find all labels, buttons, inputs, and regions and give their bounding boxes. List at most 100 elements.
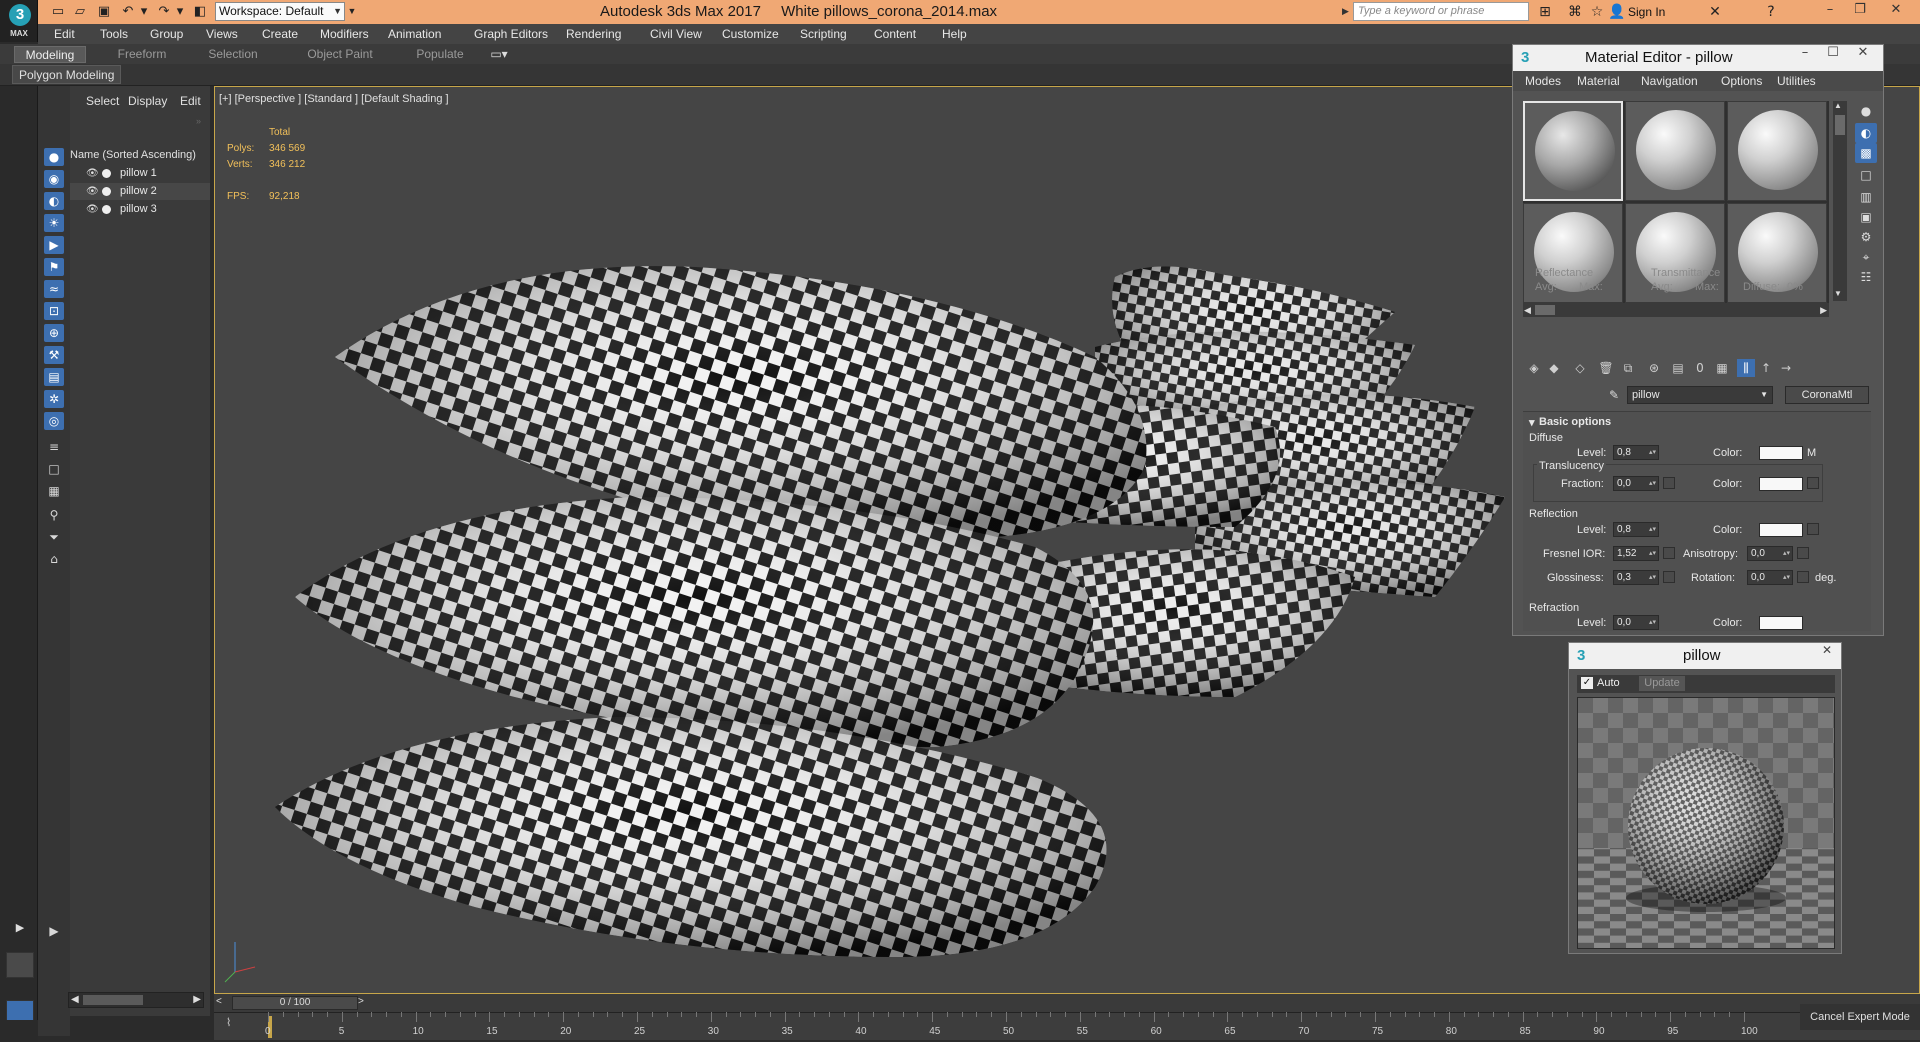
make-preview-icon[interactable]: ▣ bbox=[1855, 207, 1877, 227]
rollout-title[interactable]: Basic options bbox=[1539, 416, 1611, 428]
ribbon-toggle-icon[interactable]: ▭▾ bbox=[486, 46, 512, 63]
glossiness-map-slot[interactable] bbox=[1663, 571, 1675, 583]
restore-icon[interactable]: ❐ bbox=[1846, 0, 1874, 22]
minimize-icon[interactable]: – bbox=[1816, 0, 1844, 22]
make-copy-icon[interactable]: ⧉ bbox=[1619, 359, 1637, 377]
workspace-selector[interactable]: Workspace: Default ▼ bbox=[215, 2, 345, 21]
minimize-icon[interactable]: – bbox=[1793, 45, 1817, 60]
put-to-scene-icon[interactable]: ◆ bbox=[1545, 359, 1563, 377]
assign-to-selection-icon[interactable]: ◇ bbox=[1571, 359, 1589, 377]
go-to-parent-icon[interactable]: ↑ bbox=[1757, 359, 1775, 377]
render-dot-icon[interactable] bbox=[102, 169, 111, 178]
anisotropy-spinner[interactable]: 0,0 ▴▾ bbox=[1747, 546, 1793, 561]
refraction-level-spinner[interactable]: 0,0 ▴▾ bbox=[1613, 615, 1659, 630]
menu-civil-view[interactable]: Civil View bbox=[650, 24, 702, 44]
material-id-icon[interactable]: 0 bbox=[1691, 359, 1709, 377]
sample-slot[interactable] bbox=[1523, 101, 1623, 201]
sample-slot[interactable] bbox=[1625, 101, 1725, 201]
menu-views[interactable]: Views bbox=[206, 24, 238, 44]
tab-select[interactable]: Select bbox=[86, 94, 119, 108]
go-forward-sibling-icon[interactable]: → bbox=[1777, 359, 1795, 377]
expand-arrow-icon[interactable]: ▶ bbox=[44, 922, 64, 940]
display-spacewarps-icon[interactable]: ≈ bbox=[44, 280, 64, 298]
glossiness-spinner[interactable]: 0,3 ▴▾ bbox=[1613, 570, 1659, 585]
display-helpers-icon[interactable]: ⚑ bbox=[44, 258, 64, 276]
auto-checkbox[interactable]: ✓ bbox=[1581, 677, 1593, 689]
options-icon[interactable]: ⚙ bbox=[1855, 227, 1877, 247]
display-shapes-icon[interactable]: ◐ bbox=[44, 192, 64, 210]
time-slider-track[interactable] bbox=[214, 994, 1920, 1012]
get-material-icon[interactable]: ◈ bbox=[1525, 359, 1543, 377]
exchange-apps-icon[interactable]: ✕ bbox=[1706, 3, 1724, 21]
polygon-modeling-panel[interactable]: Polygon Modeling bbox=[12, 65, 122, 84]
search-input[interactable]: Type a keyword or phrase bbox=[1353, 2, 1529, 21]
list-icon[interactable]: ≡ bbox=[44, 438, 64, 456]
diffuse-level-spinner[interactable]: 0,8 ▴▾ bbox=[1613, 445, 1659, 460]
update-button[interactable]: Update bbox=[1639, 676, 1685, 691]
render-dot-icon[interactable] bbox=[102, 205, 111, 214]
make-unique-icon[interactable]: ⊛ bbox=[1645, 359, 1663, 377]
material-name-input[interactable]: pillow ▼ bbox=[1627, 386, 1773, 404]
spinner-arrows-icon[interactable]: ▴▾ bbox=[1649, 547, 1656, 560]
anisotropy-map-slot[interactable] bbox=[1797, 547, 1809, 559]
help-icon[interactable]: ? bbox=[1762, 3, 1780, 21]
fraction-spinner[interactable]: 0,0 ▴▾ bbox=[1613, 476, 1659, 491]
undo-dropdown-icon[interactable]: ▾ bbox=[136, 4, 152, 19]
background-icon[interactable]: ▩ bbox=[1855, 143, 1877, 163]
preview-titlebar[interactable]: 3 pillow ✕ bbox=[1569, 643, 1841, 669]
redo-icon[interactable]: ↷ bbox=[156, 4, 172, 19]
sample-slot[interactable] bbox=[1727, 101, 1827, 201]
layers-icon[interactable]: ⌂ bbox=[44, 550, 64, 568]
display-cameras-icon[interactable]: ▶ bbox=[44, 236, 64, 254]
list-item[interactable]: 👁 pillow 2 bbox=[70, 183, 210, 200]
menu-animation[interactable]: Animation bbox=[388, 24, 441, 44]
menu-help[interactable]: Help bbox=[942, 24, 967, 44]
communication-center-icon[interactable]: ⌘ bbox=[1566, 3, 1584, 21]
user-icon[interactable]: 👤 bbox=[1608, 3, 1626, 21]
save-icon[interactable]: ▣ bbox=[96, 4, 112, 19]
menu-graph-editors[interactable]: Graph Editors bbox=[474, 24, 548, 44]
time-prev-icon[interactable]: < bbox=[216, 996, 222, 1007]
fresnel-ior-spinner[interactable]: 1,52 ▴▾ bbox=[1613, 546, 1659, 561]
tab-selection[interactable]: Selection bbox=[198, 46, 268, 63]
list-item[interactable]: 👁 pillow 3 bbox=[70, 201, 210, 218]
show-end-result-icon[interactable]: ⫼ bbox=[1737, 359, 1755, 377]
viewport-label[interactable]: [+] [Perspective ] [Standard ] [Default … bbox=[219, 93, 449, 105]
show-shaded-icon[interactable]: ▦ bbox=[1713, 359, 1731, 377]
scroll-up-icon[interactable]: ▲ bbox=[1834, 101, 1842, 110]
menu-customize[interactable]: Customize bbox=[722, 24, 779, 44]
me-menu-utilities[interactable]: Utilities bbox=[1777, 74, 1816, 88]
sample-uv-tiling-icon[interactable]: □ bbox=[1855, 165, 1877, 185]
reflection-color-swatch[interactable] bbox=[1759, 523, 1803, 537]
rollout-toggle-icon[interactable]: ▾ bbox=[1529, 416, 1535, 429]
refraction-color-swatch[interactable] bbox=[1759, 616, 1803, 630]
spinner-arrows-icon[interactable]: ▴▾ bbox=[1783, 547, 1790, 560]
spinner-arrows-icon[interactable]: ▴▾ bbox=[1649, 477, 1656, 490]
scroll-right-icon[interactable]: ▶ bbox=[193, 993, 201, 1007]
eye-icon[interactable]: 👁 bbox=[86, 183, 100, 200]
spinner-arrows-icon[interactable]: ▴▾ bbox=[1649, 523, 1656, 536]
eye-icon[interactable]: 👁 bbox=[86, 201, 100, 218]
properties-icon[interactable]: ▦ bbox=[44, 482, 64, 500]
translucency-map-slot[interactable] bbox=[1807, 477, 1819, 489]
scroll-right-icon[interactable]: ▶ bbox=[1820, 303, 1827, 317]
maximize-icon[interactable]: ☐ bbox=[1821, 45, 1845, 60]
menu-modifiers[interactable]: Modifiers bbox=[320, 24, 369, 44]
display-lights-icon[interactable]: ☀ bbox=[44, 214, 64, 232]
open-file-icon[interactable]: ▱ bbox=[72, 4, 88, 19]
display-groups-icon[interactable]: ⊡ bbox=[44, 302, 64, 320]
tab-freeform[interactable]: Freeform bbox=[104, 46, 180, 63]
time-slider[interactable]: 0 / 100 bbox=[232, 996, 358, 1010]
eyedropper-icon[interactable]: ✎ bbox=[1605, 386, 1623, 404]
display-bones-icon[interactable]: ⚒ bbox=[44, 346, 64, 364]
workspace-menu-icon[interactable]: ▼ bbox=[346, 2, 358, 21]
menu-edit[interactable]: Edit bbox=[54, 24, 75, 44]
scroll-left-icon[interactable]: ◀ bbox=[71, 993, 79, 1007]
backlight-icon[interactable]: ◐ bbox=[1855, 123, 1877, 143]
display-containers-icon[interactable]: ▤ bbox=[44, 368, 64, 386]
put-to-library-icon[interactable]: ▤ bbox=[1669, 359, 1687, 377]
scroll-left-icon[interactable]: ◀ bbox=[1524, 303, 1531, 317]
spinner-arrows-icon[interactable]: ▴▾ bbox=[1783, 571, 1790, 584]
undo-icon[interactable]: ↶ bbox=[120, 4, 136, 19]
scroll-down-icon[interactable]: ▼ bbox=[1834, 289, 1842, 298]
